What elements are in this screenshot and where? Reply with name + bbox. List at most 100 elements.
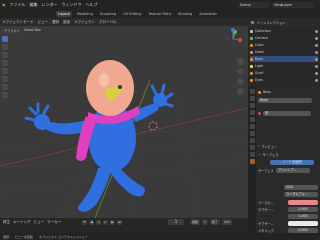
blender-logo-icon[interactable]: ◉	[2, 2, 6, 7]
visibility-eye-icon[interactable]	[315, 78, 318, 82]
menu-add[interactable]: 追加	[63, 20, 70, 25]
outliner-item[interactable]: Light	[250, 63, 318, 69]
transform-tool-icon[interactable]	[2, 76, 8, 82]
menu-edit[interactable]: 編集	[30, 2, 38, 8]
camera-view-icon[interactable]	[237, 78, 244, 85]
select-box-selector[interactable]: Select Box	[24, 28, 41, 32]
surface-shader-selector[interactable]: プリンシプ...	[275, 167, 310, 173]
constraints-tab-icon[interactable]	[249, 145, 255, 150]
3d-viewport[interactable]	[0, 18, 248, 218]
material-name-field[interactable]: 体	[263, 110, 311, 116]
character-model[interactable]	[24, 60, 174, 212]
visibility-eye-icon[interactable]	[315, 71, 318, 75]
tool-tab-icon[interactable]	[249, 89, 255, 94]
next-key-icon[interactable]: ▶	[110, 219, 115, 225]
visibility-eye-icon[interactable]	[315, 50, 318, 54]
outliner-header: シーンコレクション	[248, 18, 320, 26]
material-tab-icon[interactable]	[249, 159, 255, 164]
scene-tab-icon[interactable]	[249, 110, 255, 115]
tab-sculpting[interactable]: Sculpting	[98, 11, 118, 17]
move-tool-icon[interactable]	[2, 52, 8, 58]
material-slot-list[interactable]: Body	[258, 97, 312, 103]
start-frame-field[interactable]: 1	[202, 219, 208, 225]
outliner-item[interactable]: Collection	[250, 28, 318, 34]
surface-section[interactable]: ⌄ サーフェス	[258, 151, 318, 157]
use-nodes-button[interactable]: ノードを使用	[270, 159, 314, 165]
object-tab-icon[interactable]	[249, 124, 255, 129]
tab-animation[interactable]: Animation	[197, 11, 219, 17]
data-tab-icon[interactable]	[249, 152, 255, 157]
tab-modeling[interactable]: Modeling	[75, 11, 95, 17]
preview-section[interactable]: › プレビュー	[258, 143, 318, 149]
material-sphere-icon	[258, 111, 261, 115]
menu-render[interactable]: レンダー	[42, 2, 58, 8]
menu-view[interactable]: ビュー	[38, 20, 49, 25]
visibility-eye-icon[interactable]	[315, 64, 318, 68]
annotate-tool-icon[interactable]	[2, 84, 8, 90]
world-tab-icon[interactable]	[249, 117, 255, 122]
workspace-tabs: Layout Modeling Sculpting UV Editing Tex…	[56, 9, 219, 18]
timeline-menu-marker[interactable]: マーカー	[47, 220, 61, 225]
menu-object[interactable]: オブジェクト	[74, 20, 95, 25]
orientation-selector[interactable]: グローバル	[99, 20, 116, 25]
subsurface-row: サブサー... 0.000	[258, 206, 318, 212]
outliner-item[interactable]: Body	[250, 56, 318, 62]
menu-help[interactable]: ヘルプ	[86, 2, 98, 8]
subsurface-field[interactable]: 0.000	[288, 206, 318, 212]
scale-tool-icon[interactable]	[2, 68, 8, 74]
subsurface-method-selector[interactable]: ランダムウォ...	[284, 191, 318, 197]
pan-icon[interactable]	[237, 68, 244, 75]
metallic-field[interactable]: 0.000	[288, 227, 318, 233]
output-tab-icon[interactable]	[249, 103, 255, 108]
outliner-item[interactable]: Eyes	[250, 77, 318, 83]
outliner-item-label: Body	[255, 57, 264, 61]
outliner-item[interactable]: Camera	[250, 35, 318, 41]
navigation-gizmo-icon[interactable]	[222, 28, 244, 50]
render-tab-icon[interactable]	[249, 96, 255, 101]
end-frame-field[interactable]: 250	[221, 219, 232, 225]
prev-key-icon[interactable]: ◀	[89, 219, 94, 225]
mode-selector[interactable]: オブジェクトモード	[2, 20, 34, 25]
tab-texture-paint[interactable]: Texture Paint	[146, 11, 173, 17]
viewport-canvas[interactable]	[0, 18, 248, 218]
visibility-eye-icon[interactable]	[315, 43, 318, 47]
perspective-icon[interactable]	[237, 88, 244, 95]
outliner-item[interactable]: Head	[250, 49, 318, 55]
play-reverse-icon[interactable]: ◁	[96, 219, 101, 225]
subsurface-color-swatch[interactable]	[288, 220, 318, 226]
outliner-item[interactable]: Scarf	[250, 70, 318, 76]
jump-start-icon[interactable]: ⏮	[82, 219, 87, 225]
object-type-icon	[250, 43, 253, 47]
physics-tab-icon[interactable]	[249, 138, 255, 143]
outliner-item[interactable]: Cube	[250, 42, 318, 48]
visibility-eye-icon[interactable]	[315, 29, 318, 33]
tab-layout[interactable]: Layout	[56, 10, 72, 17]
menu-file[interactable]: ファイル	[10, 2, 26, 8]
select-tool-icon[interactable]	[2, 36, 8, 42]
view-layer-selector[interactable]: ViewLayer	[272, 2, 314, 8]
play-icon[interactable]: ▷	[103, 219, 108, 225]
zoom-icon[interactable]	[237, 58, 244, 65]
cursor-tool-icon[interactable]	[2, 44, 8, 50]
timeline-menu-playback[interactable]: 再生	[3, 220, 10, 225]
menu-window[interactable]: ウィンドウ	[62, 2, 82, 8]
visibility-eye-icon[interactable]	[315, 36, 318, 40]
subsurface-radius-field[interactable]: 1.000	[288, 213, 318, 219]
visibility-eye-icon[interactable]	[315, 57, 318, 61]
distribution-selector[interactable]: GGX	[284, 184, 318, 190]
timeline-menu-keying[interactable]: キーイング	[13, 220, 31, 225]
main-menu: ◉ ファイル 編集 レンダー ウィンドウ ヘルプ	[0, 0, 98, 9]
jump-end-icon[interactable]: ⏭	[117, 219, 122, 225]
tab-shading[interactable]: Shading	[176, 11, 194, 17]
menu-select[interactable]: 選択	[52, 20, 59, 25]
outliner-type-icon[interactable]	[251, 20, 254, 24]
tab-uv-editing[interactable]: UV Editing	[121, 11, 143, 17]
current-frame-field[interactable]: 1	[168, 219, 184, 225]
default-label[interactable]: デフォルト	[4, 28, 20, 33]
rotate-tool-icon[interactable]	[2, 60, 8, 66]
base-color-swatch[interactable]	[288, 199, 318, 205]
modifier-tab-icon[interactable]	[249, 131, 255, 136]
timeline-menu-view[interactable]: ビュー	[34, 220, 45, 225]
scene-selector[interactable]: Scene	[238, 2, 270, 8]
measure-tool-icon[interactable]	[2, 92, 8, 98]
